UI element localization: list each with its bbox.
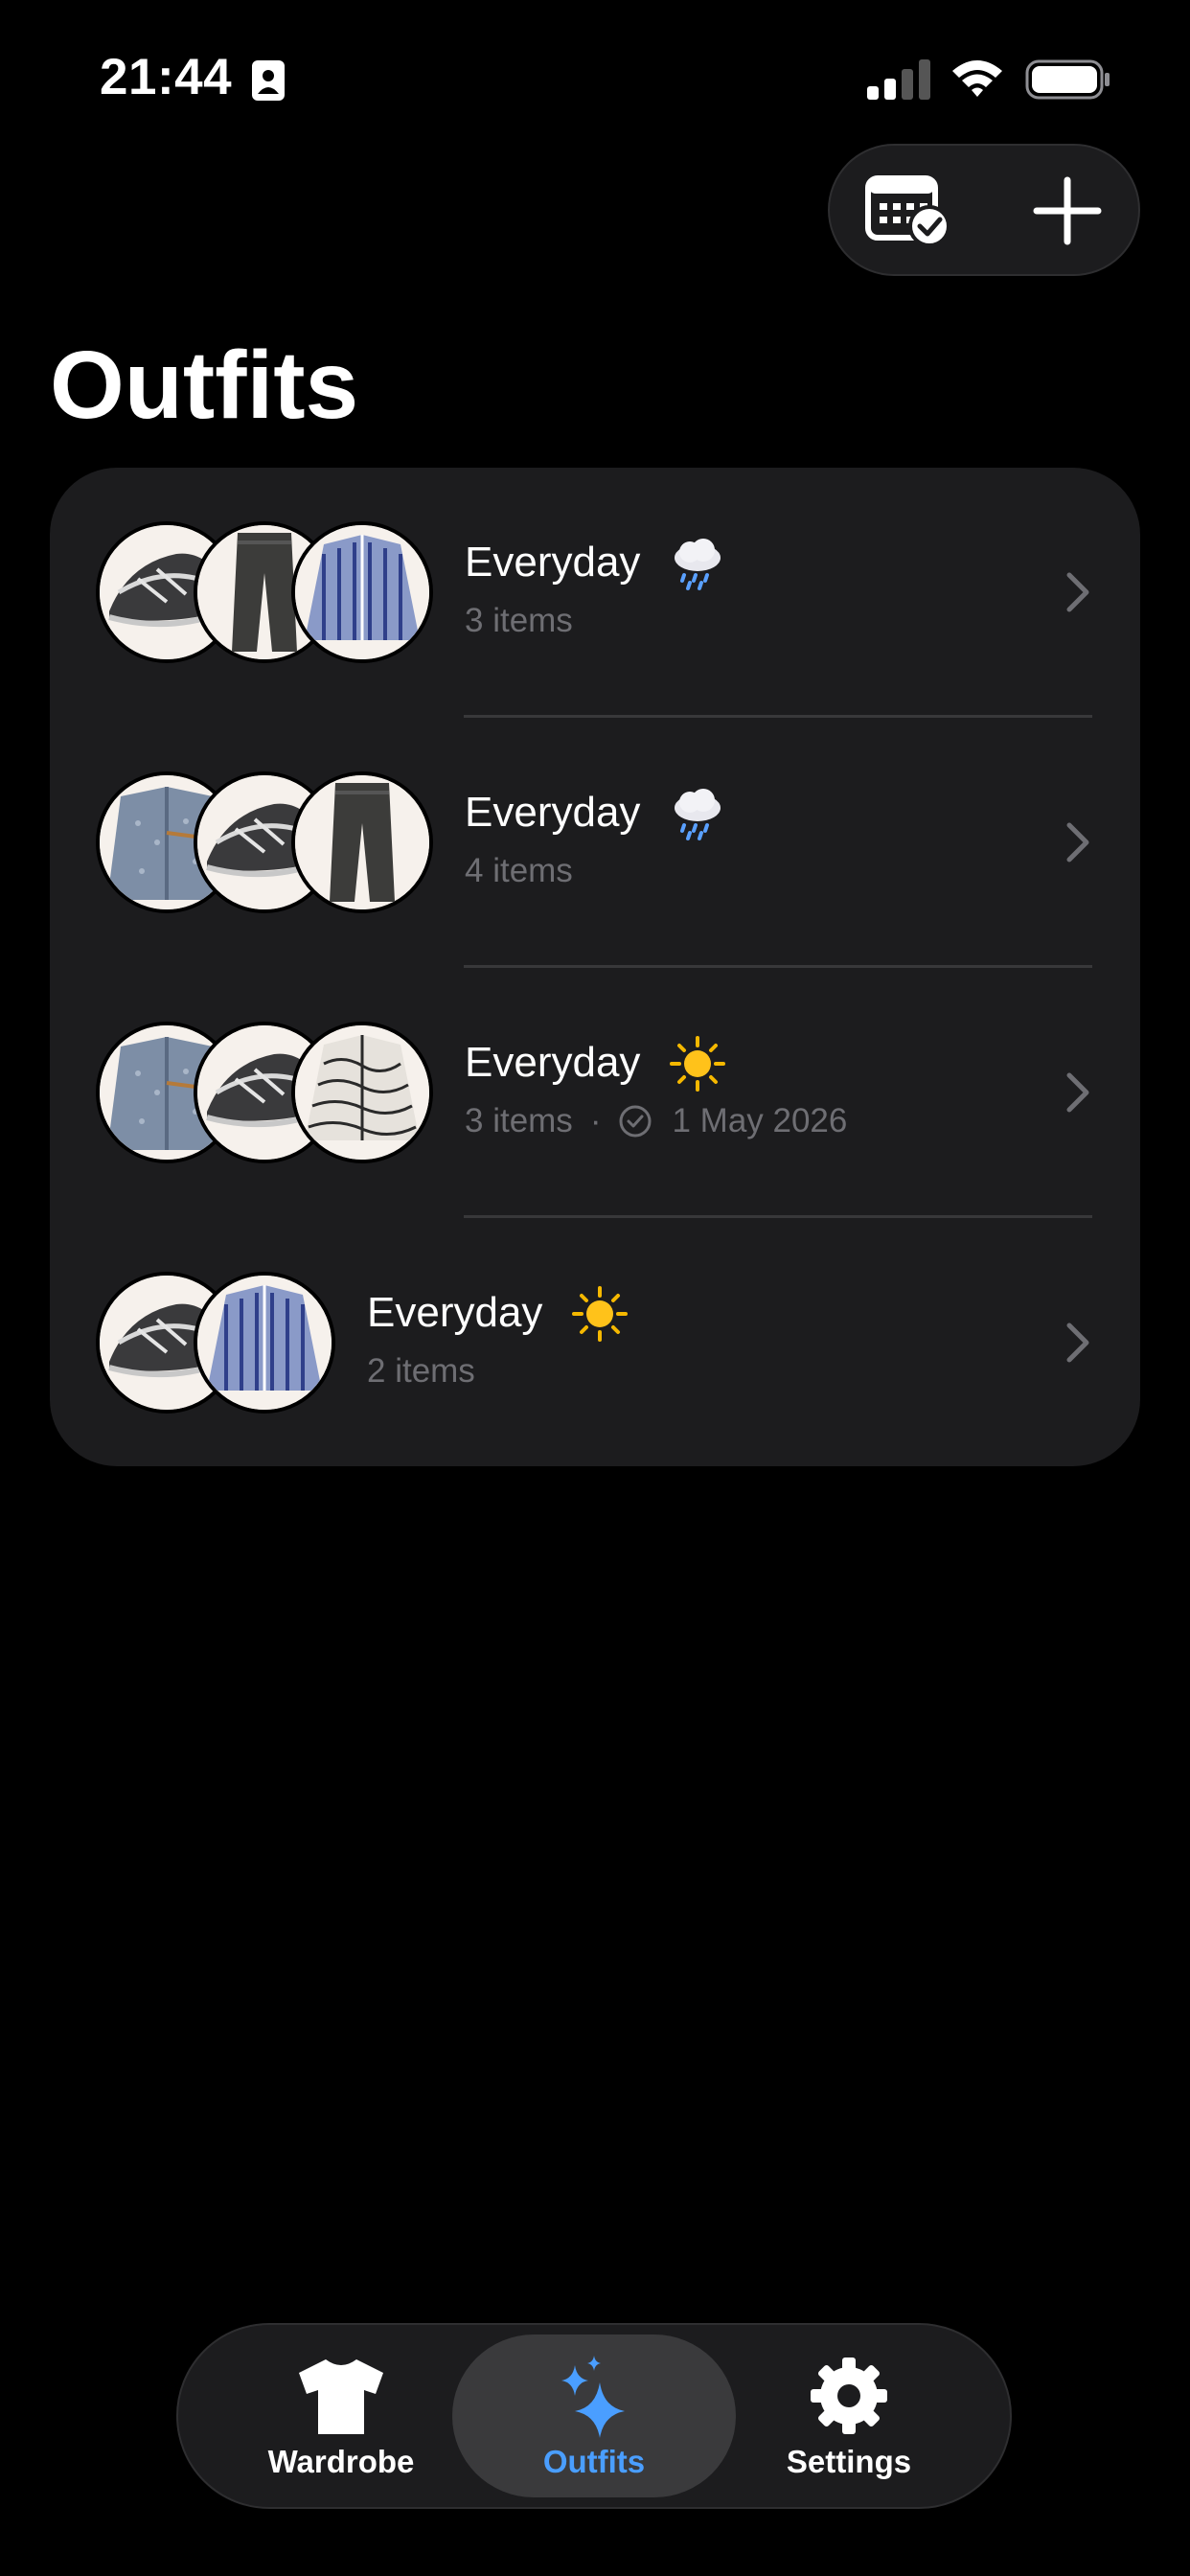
item-count: 3 items [465,602,573,639]
thumbnail-patterned-shirt [291,1022,433,1163]
tab-wardrobe[interactable]: Wardrobe [217,2334,466,2497]
outfit-row[interactable]: Everyday 4 items [50,718,1140,968]
tab-label: Settings [786,2444,912,2479]
item-count: 3 items [465,1102,573,1139]
plus-icon [1033,176,1102,245]
top-actions [828,144,1140,276]
outfit-meta: 3 items [465,602,573,640]
page-title: Outfits [50,332,359,439]
sun-icon [670,1036,725,1092]
outfit-meta: 4 items [465,852,573,890]
outfit-meta: 3 items · 1 May 2026 [465,1102,847,1140]
outfit-meta: 2 items [367,1352,475,1391]
tshirt-icon [299,2359,383,2434]
thumbnail-striped-shirt [194,1272,335,1414]
rain-cloud-icon [675,539,721,590]
worn-date: 1 May 2026 [672,1102,848,1139]
tab-outfits[interactable]: Outfits [452,2334,736,2497]
outfit-row[interactable]: Everyday 3 items [50,468,1140,718]
status-time: 21:44 [100,49,233,105]
cellular-signal-icon [867,59,930,100]
tab-settings[interactable]: Settings [724,2334,973,2497]
tab-label: Wardrobe [267,2444,415,2479]
gear-icon [811,2358,887,2434]
outfit-name: Everyday [367,1289,543,1336]
item-count: 2 items [367,1352,475,1390]
meta-separator: · [589,1102,602,1139]
outfit-row[interactable]: Everyday 2 items [50,1218,1140,1466]
add-outfit-button[interactable] [1031,174,1104,247]
chevron-right-icon [1066,572,1089,612]
tab-bar: Wardrobe Outfits Settings [176,2323,1012,2509]
sparkles-icon [561,2356,625,2438]
sun-icon [572,1286,628,1342]
outfit-name: Everyday [465,789,641,836]
calendar-check-icon [865,175,950,247]
chevron-right-icon [1066,822,1089,862]
wifi-icon [952,60,1002,97]
tab-label: Outfits [542,2444,646,2479]
outfit-name: Everyday [465,539,641,586]
outfit-list: Everyday 3 items Everyday 4 items Everyd… [50,468,1140,1466]
calendar-button[interactable] [864,172,952,249]
thumbnail-striped-shirt [291,521,433,663]
thumbnail-dark-trousers [291,771,433,913]
contact-card-icon [252,60,285,101]
check-circle-icon [619,1105,652,1138]
chevron-right-icon [1066,1322,1089,1363]
item-count: 4 items [465,852,573,889]
chevron-right-icon [1066,1072,1089,1113]
battery-icon [1025,59,1110,100]
outfit-name: Everyday [465,1039,641,1086]
rain-cloud-icon [675,789,721,840]
outfit-row[interactable]: Everyday 3 items · 1 May 2026 [50,968,1140,1218]
